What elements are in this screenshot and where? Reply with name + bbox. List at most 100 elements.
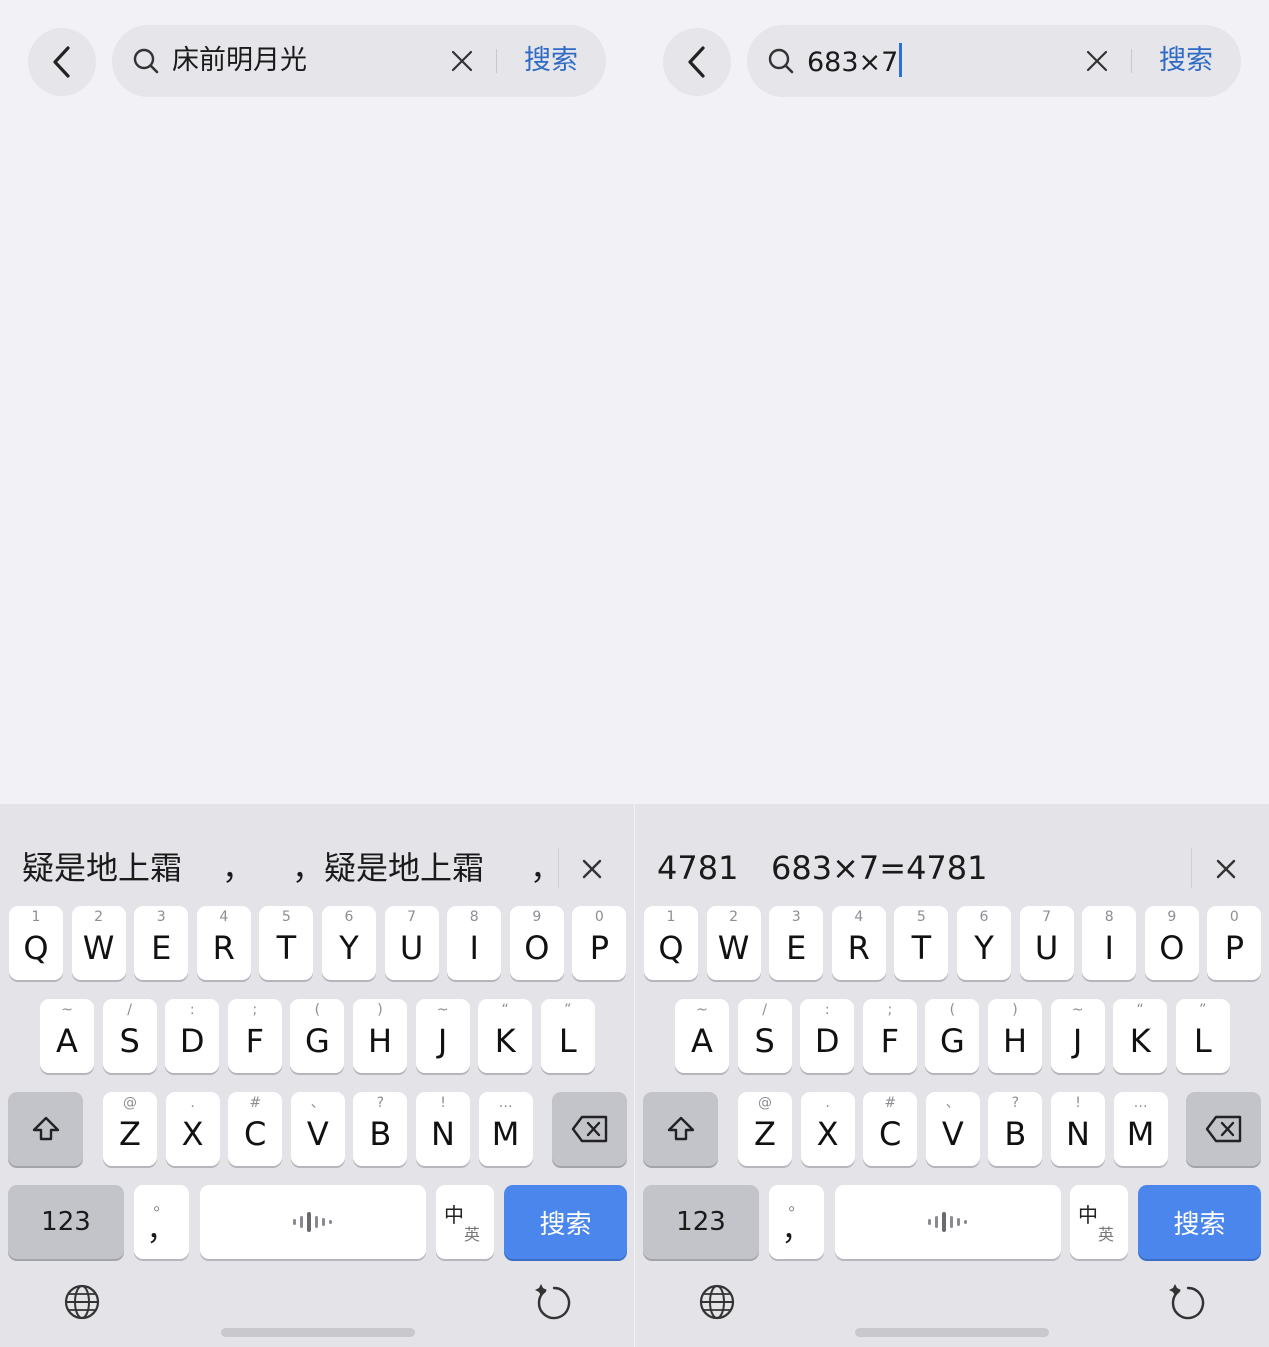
key-m[interactable]: … M [1113, 1092, 1168, 1166]
key-m[interactable]: … M [478, 1092, 533, 1166]
key-j[interactable]: ~ J [415, 999, 470, 1073]
key-e[interactable]: 3E [769, 906, 824, 980]
search-button[interactable]: 搜索 [524, 43, 578, 79]
enter-key-label: 搜索 [1173, 1209, 1226, 1240]
punctuation-key[interactable]: 。 ， [769, 1185, 824, 1259]
key-i[interactable]: 8I [447, 906, 502, 980]
clear-icon[interactable] [448, 47, 476, 75]
key-g[interactable]: (G [290, 999, 345, 1073]
key-v[interactable]: 、 V [290, 1092, 345, 1166]
language-switch-key[interactable]: 中 英 [436, 1185, 494, 1259]
close-icon[interactable] [1211, 854, 1241, 884]
key-p[interactable]: 0P [572, 906, 627, 980]
key-p[interactable]: 0P [1207, 906, 1262, 980]
key-v[interactable]: 、 V [925, 1092, 980, 1166]
key-h[interactable]: ) H [988, 999, 1042, 1073]
key-alt-symbol: @ [123, 1095, 137, 1111]
key-u[interactable]: 7U [384, 906, 439, 980]
key-l[interactable]: ” L [1175, 999, 1230, 1073]
key-alt-symbol: ? [1011, 1095, 1020, 1111]
key-w[interactable]: 2W [706, 906, 761, 980]
key-letter: A [56, 1022, 78, 1060]
candidate-word[interactable]: ， [222, 844, 254, 892]
key-z[interactable]: @ Z [103, 1092, 157, 1166]
candidate-word[interactable]: ，疑是地上霜 [292, 844, 484, 892]
key-h[interactable]: ) H [353, 999, 407, 1073]
key-letter: T [911, 929, 932, 967]
key-q[interactable]: 1Q [9, 906, 63, 980]
key-alt-symbol: 7 [407, 909, 417, 925]
close-icon[interactable] [577, 854, 607, 884]
key-q[interactable]: 1Q [644, 906, 698, 980]
search-button[interactable]: 搜索 [1159, 43, 1213, 79]
shift-key[interactable] [8, 1092, 83, 1166]
key-n[interactable]: ! N [1051, 1092, 1105, 1166]
key-k[interactable]: “K [478, 999, 533, 1073]
key-d[interactable]: :D [800, 999, 855, 1073]
key-k[interactable]: “K [1113, 999, 1168, 1073]
key-d[interactable]: :D [165, 999, 220, 1073]
shift-key[interactable] [643, 1092, 718, 1166]
search-icon [133, 48, 159, 74]
numbers-key[interactable]: 123 [8, 1185, 124, 1259]
key-u[interactable]: 7U [1019, 906, 1074, 980]
backspace-key[interactable] [1186, 1092, 1261, 1166]
search-enter-key[interactable]: 搜索 [1138, 1185, 1261, 1259]
key-x[interactable]: .X [800, 1092, 855, 1166]
key-c[interactable]: # C [863, 1092, 918, 1166]
key-f[interactable]: ; F [862, 999, 917, 1073]
key-b[interactable]: ? B [988, 1092, 1043, 1166]
key-w[interactable]: 2W [71, 906, 126, 980]
key-a[interactable]: ~ A [675, 999, 729, 1073]
key-letter: U [1034, 929, 1059, 967]
voice-waveform-icon [293, 1212, 332, 1232]
back-button[interactable] [28, 28, 96, 96]
key-t[interactable]: 5T [259, 906, 314, 980]
search-enter-key[interactable]: 搜索 [504, 1185, 627, 1259]
key-s[interactable]: / S [737, 999, 792, 1073]
key-r[interactable]: 4R [831, 906, 886, 980]
key-t[interactable]: 5T [894, 906, 949, 980]
key-l[interactable]: ” L [540, 999, 595, 1073]
key-g[interactable]: (G [925, 999, 980, 1073]
backspace-key[interactable] [552, 1092, 627, 1166]
key-e[interactable]: 3E [134, 906, 189, 980]
key-j[interactable]: ~ J [1050, 999, 1105, 1073]
punctuation-key[interactable]: 。 ， [134, 1185, 189, 1259]
numbers-key[interactable]: 123 [643, 1185, 759, 1259]
key-c[interactable]: # C [228, 1092, 283, 1166]
key-z[interactable]: @ Z [738, 1092, 792, 1166]
key-i[interactable]: 8I [1082, 906, 1137, 980]
language-switch-key[interactable]: 中 英 [1070, 1185, 1128, 1259]
search-input[interactable]: 683×7 [807, 43, 903, 81]
key-y[interactable]: 6Y [322, 906, 376, 980]
key-x[interactable]: .X [165, 1092, 220, 1166]
clear-icon[interactable] [1083, 47, 1111, 75]
key-n[interactable]: ! N [416, 1092, 470, 1166]
space-key[interactable] [835, 1185, 1061, 1259]
key-alt-symbol: # [884, 1095, 897, 1111]
key-letter: W [82, 929, 115, 967]
ai-refresh-icon[interactable] [534, 1282, 574, 1322]
globe-icon[interactable] [62, 1282, 102, 1322]
key-f[interactable]: ; F [227, 999, 282, 1073]
key-y[interactable]: 6Y [957, 906, 1011, 980]
key-o[interactable]: 9O [1144, 906, 1199, 980]
key-alt-symbol: ” [1199, 1002, 1207, 1018]
key-letter: E [786, 929, 807, 967]
globe-icon[interactable] [697, 1282, 737, 1322]
ai-refresh-icon[interactable] [1168, 1282, 1208, 1322]
key-s[interactable]: / S [102, 999, 157, 1073]
candidate-divider [558, 848, 559, 888]
candidate-word[interactable]: 4781 [657, 844, 738, 892]
key-b[interactable]: ? B [353, 1092, 408, 1166]
key-o[interactable]: 9O [509, 906, 564, 980]
candidate-word[interactable]: 683×7=4781 [771, 844, 988, 892]
search-input[interactable]: 床前明月光 [172, 43, 307, 79]
space-key[interactable] [200, 1185, 426, 1259]
back-button[interactable] [663, 28, 731, 96]
key-alt-symbol: … [498, 1095, 513, 1111]
key-r[interactable]: 4R [196, 906, 251, 980]
candidate-word[interactable]: 疑是地上霜 [22, 844, 182, 892]
key-a[interactable]: ~ A [40, 999, 94, 1073]
